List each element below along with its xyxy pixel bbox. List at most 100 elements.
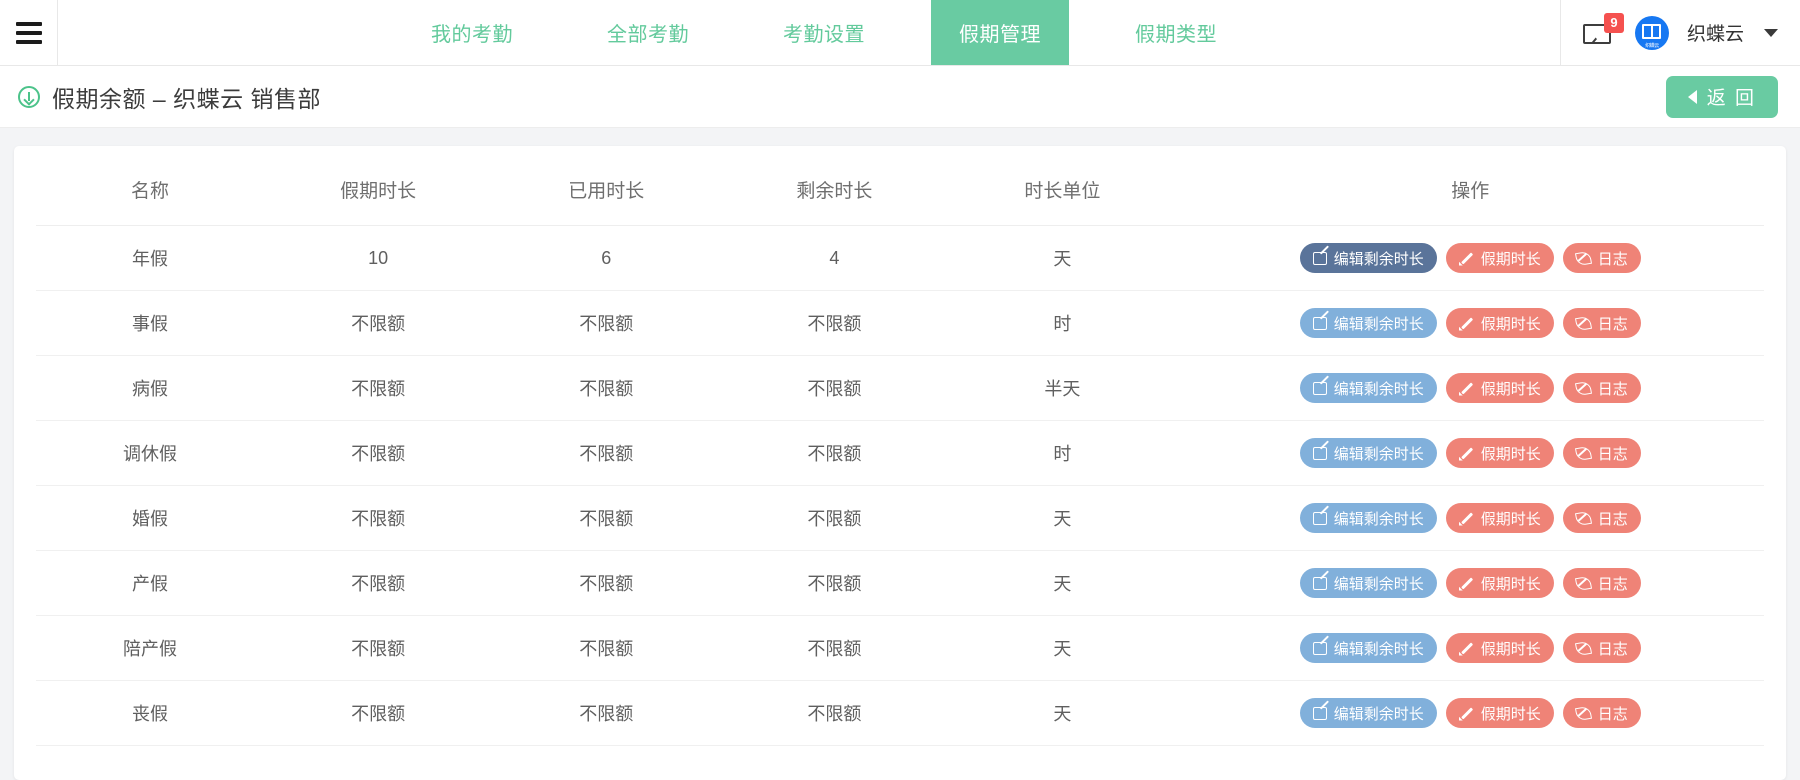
cell-actions: 编辑剩余时长 假期时长 日志 [1176,485,1764,551]
leave-duration-button[interactable]: 假期时长 [1445,373,1554,403]
log-label: 日志 [1597,575,1628,593]
cell-unit: 时 [948,420,1177,486]
leaf-icon [1574,250,1592,266]
cell-total: 不限额 [264,615,493,681]
avatar[interactable]: 织蝶云 [1634,15,1669,50]
cell-unit: 天 [948,485,1177,551]
log-button[interactable]: 日志 [1562,503,1641,533]
pencil-icon [1459,316,1474,331]
cell-name: 调休假 [36,420,265,486]
leave-balance-card: 名称 假期时长 已用时长 剩余时长 时长单位 操作 年假 10 6 4 天编辑剩余时长假… [14,146,1786,780]
leaf-icon [1574,315,1592,331]
edit-square-icon [1312,316,1327,330]
log-label: 日志 [1597,380,1628,398]
cell-name: 丧假 [36,680,265,746]
cell-total: 10 [264,225,493,291]
cell-unit: 半天 [948,355,1177,421]
cell-unit: 天 [948,225,1177,291]
hamburger-menu-button[interactable] [0,0,58,65]
table-row: 陪产假 不限额 不限额 不限额天编辑剩余时长 假期时长 日志 [36,615,1764,681]
leave-duration-button[interactable]: 假期时长 [1445,698,1554,728]
edit-remaining-button[interactable]: 编辑剩余时长 [1299,308,1437,338]
cell-remaining: 4 [720,225,949,291]
user-name[interactable]: 织蝶云 [1687,19,1744,46]
row-action-group: 编辑剩余时长 假期时长 日志 [1176,243,1764,273]
leave-duration-label: 假期时长 [1480,315,1541,333]
row-action-group: 编辑剩余时长 假期时长 日志 [1176,503,1764,533]
log-button[interactable]: 日志 [1562,438,1641,468]
log-button[interactable]: 日志 [1562,243,1641,273]
leave-duration-button[interactable]: 假期时长 [1445,568,1554,598]
cell-name: 产假 [36,550,265,616]
cell-actions: 编辑剩余时长 假期时长 日志 [1176,420,1764,486]
cell-used: 不限额 [492,615,721,681]
cell-remaining: 不限额 [720,290,949,356]
leave-duration-label: 假期时长 [1480,510,1541,528]
leave-duration-label: 假期时长 [1480,250,1541,268]
tab-label: 考勤设置 [782,24,865,46]
edit-remaining-button[interactable]: 编辑剩余时长 [1299,373,1437,403]
log-button[interactable]: 日志 [1562,373,1641,403]
col-header-name: 名称 [36,146,265,226]
log-button[interactable]: 日志 [1562,698,1641,728]
tab-my-attendance[interactable]: 我的考勤 [403,0,541,65]
leaf-icon [1574,705,1592,721]
table-body: 年假 10 6 4 天编辑剩余时长 假期时长 日志 事假 不限额 不限额 不限额时编辑剩余时长 假期时… [36,225,1764,746]
back-button-label: 返 回 [1706,88,1756,109]
log-button[interactable]: 日志 [1562,633,1641,663]
hamburger-icon [15,21,42,44]
leave-duration-label: 假期时长 [1480,380,1541,398]
col-header-used: 已用时长 [492,146,721,226]
pencil-icon [1459,511,1474,526]
message-count-badge: 9 [1603,12,1624,33]
tab-leave-types[interactable]: 假期类型 [1107,0,1245,65]
log-label: 日志 [1597,510,1628,528]
edit-remaining-label: 编辑剩余时长 [1333,445,1424,463]
leave-duration-button[interactable]: 假期时长 [1445,633,1554,663]
chevron-down-icon[interactable] [1764,28,1778,37]
edit-remaining-button[interactable]: 编辑剩余时长 [1299,438,1437,468]
row-action-group: 编辑剩余时长 假期时长 日志 [1176,633,1764,663]
cell-remaining: 不限额 [720,550,949,616]
cell-total: 不限额 [264,680,493,746]
tab-label: 假期类型 [1134,24,1217,46]
edit-square-icon [1312,251,1327,265]
edit-remaining-button[interactable]: 编辑剩余时长 [1299,243,1437,273]
log-button[interactable]: 日志 [1562,568,1641,598]
edit-remaining-button[interactable]: 编辑剩余时长 [1299,633,1437,663]
content-area: 名称 假期时长 已用时长 剩余时长 时长单位 操作 年假 10 6 4 天编辑剩余时长假… [0,128,1800,780]
cell-remaining: 不限额 [720,485,949,551]
leave-duration-button[interactable]: 假期时长 [1445,438,1554,468]
cell-remaining: 不限额 [720,355,949,421]
col-header-unit: 时长单位 [948,146,1177,226]
tab-leave-management[interactable]: 假期管理 [930,0,1069,65]
log-button[interactable]: 日志 [1562,308,1641,338]
tab-all-attendance[interactable]: 全部考勤 [579,0,717,65]
leave-duration-button[interactable]: 假期时长 [1445,243,1554,273]
table-row: 丧假 不限额 不限额 不限额天编辑剩余时长 假期时长 日志 [36,680,1764,746]
cell-name: 陪产假 [36,615,265,681]
leave-duration-button[interactable]: 假期时长 [1445,308,1554,338]
edit-remaining-label: 编辑剩余时长 [1333,510,1424,528]
edit-square-icon [1312,706,1327,720]
row-action-group: 编辑剩余时长 假期时长 日志 [1176,373,1764,403]
pencil-icon [1459,446,1474,461]
tab-label: 我的考勤 [430,24,513,46]
cell-remaining: 不限额 [720,615,949,681]
tab-attendance-settings[interactable]: 考勤设置 [755,0,893,65]
cell-actions: 编辑剩余时长 假期时长 日志 [1176,225,1764,291]
cell-used: 6 [492,225,721,291]
leave-duration-label: 假期时长 [1480,705,1541,723]
leave-duration-button[interactable]: 假期时长 [1445,503,1554,533]
main-tabs: 我的考勤 全部考勤 考勤设置 假期管理 假期类型 [58,0,1560,65]
pencil-icon [1459,251,1474,266]
edit-remaining-button[interactable]: 编辑剩余时长 [1299,503,1437,533]
edit-remaining-button[interactable]: 编辑剩余时长 [1299,698,1437,728]
cell-unit: 天 [948,550,1177,616]
messages-button[interactable]: 9 [1582,12,1624,48]
pencil-icon [1459,641,1474,656]
table-header-row: 名称 假期时长 已用时长 剩余时长 时长单位 操作 [36,146,1764,226]
edit-remaining-button[interactable]: 编辑剩余时长 [1299,568,1437,598]
cell-actions: 编辑剩余时长 假期时长 日志 [1176,615,1764,681]
back-button[interactable]: 返 回 [1665,75,1778,118]
